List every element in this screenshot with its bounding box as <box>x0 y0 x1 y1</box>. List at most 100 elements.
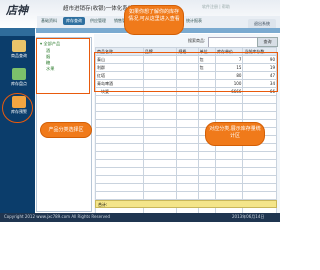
table-cell <box>95 167 144 176</box>
table-cell <box>142 151 178 160</box>
table-cell <box>142 135 178 144</box>
table-cell <box>176 159 199 168</box>
sidebar-item-stocktake[interactable]: 库存盘点 <box>6 68 32 90</box>
table-row[interactable] <box>95 167 277 176</box>
table-cell <box>214 111 244 120</box>
total-row: 合计: <box>95 200 277 208</box>
table-cell <box>214 95 244 104</box>
table-cell <box>176 151 199 160</box>
table-cell <box>197 151 216 160</box>
table-cell <box>176 183 199 192</box>
table-cell <box>176 167 199 176</box>
table-row[interactable] <box>95 191 277 200</box>
table-cell <box>142 167 178 176</box>
table-cell <box>95 127 144 136</box>
table-cell <box>242 167 277 176</box>
table-cell <box>242 159 277 168</box>
table-cell <box>95 159 144 168</box>
table-cell <box>142 111 178 120</box>
table-cell <box>176 143 199 152</box>
sidebar-header <box>0 28 35 36</box>
table-cell <box>214 175 244 184</box>
sidebar-highlight-ring <box>2 93 33 123</box>
table-cell <box>242 103 277 112</box>
table-cell <box>176 175 199 184</box>
search-label: 搜索商品: <box>188 38 206 43</box>
table-row[interactable] <box>95 111 277 120</box>
table-cell <box>197 111 216 120</box>
table-cell <box>176 111 199 120</box>
table-cell <box>197 191 216 200</box>
table-cell <box>95 175 144 184</box>
sidebar-item-label: 库存盘点 <box>11 81 27 86</box>
search-button[interactable]: 查询 <box>257 37 278 47</box>
table-row[interactable] <box>95 151 277 160</box>
top-right-links[interactable]: 软件注册 | 帮助 <box>202 4 230 10</box>
table-cell <box>242 175 277 184</box>
table-cell <box>214 183 244 192</box>
app-logo: 店神 <box>6 4 28 17</box>
annotation-top: 如果你想了解你的库存情况,可从这里进入查看 <box>124 5 184 35</box>
table-row[interactable] <box>95 103 277 112</box>
table-cell <box>242 111 277 120</box>
table-cell <box>197 167 216 176</box>
table-cell <box>214 159 244 168</box>
table-cell <box>95 119 144 128</box>
table-cell <box>142 119 178 128</box>
table-cell <box>242 191 277 200</box>
table-cell <box>142 183 178 192</box>
table-cell <box>142 95 178 104</box>
table-cell <box>214 103 244 112</box>
sidebar-item-label: 商品查询 <box>11 53 27 58</box>
sidebar-item-product-query[interactable]: 商品查询 <box>6 40 32 62</box>
table-cell <box>197 95 216 104</box>
table-cell <box>176 135 199 144</box>
table-cell <box>176 191 199 200</box>
table-cell <box>142 191 178 200</box>
table-cell <box>95 183 144 192</box>
table-cell <box>95 151 144 160</box>
table-row[interactable] <box>95 183 277 192</box>
chart-icon <box>12 68 26 80</box>
nav-item-inventory[interactable]: 库存查询 <box>63 17 85 25</box>
annotation-right: 对应分类,展示库存量统计区 <box>205 122 265 146</box>
table-cell <box>214 167 244 176</box>
table-cell <box>242 151 277 160</box>
table-row[interactable] <box>95 175 277 184</box>
box-icon <box>12 40 26 52</box>
table-cell <box>176 103 199 112</box>
table-cell <box>242 95 277 104</box>
table-cell <box>142 175 178 184</box>
table-cell <box>95 103 144 112</box>
footer-copyright: Copyright 2012 www.jxc789.com All Rights… <box>4 214 111 219</box>
table-cell <box>142 127 178 136</box>
table-row[interactable] <box>95 159 277 168</box>
table-cell <box>197 103 216 112</box>
table-cell <box>142 143 178 152</box>
table-cell <box>176 119 199 128</box>
table-cell <box>197 159 216 168</box>
nav-item-report[interactable]: 统计报表 <box>186 18 202 24</box>
annotation-left: 产品分类选择区 <box>40 122 92 138</box>
nav-item-basic[interactable]: 基础资料 <box>41 18 57 24</box>
table-highlight-box <box>94 52 278 92</box>
table-cell <box>95 135 144 144</box>
table-cell <box>95 111 144 120</box>
table-cell <box>95 191 144 200</box>
table-cell <box>95 95 144 104</box>
app-title: 超市进销存(收银)一体化系统 <box>63 6 134 12</box>
table-cell <box>176 95 199 104</box>
table-cell <box>95 143 144 152</box>
table-cell <box>214 151 244 160</box>
footer-date: 2013年06月14日 <box>232 214 265 219</box>
table-cell <box>142 103 178 112</box>
table-cell <box>176 127 199 136</box>
table-row[interactable] <box>95 95 277 104</box>
tree-highlight-box <box>36 38 90 94</box>
table-cell <box>214 191 244 200</box>
nav-item-supply[interactable]: 供应管理 <box>90 18 106 24</box>
table-cell <box>197 183 216 192</box>
table-cell <box>142 159 178 168</box>
table-cell <box>242 183 277 192</box>
footer: Copyright 2012 www.jxc789.com All Rights… <box>0 213 280 222</box>
